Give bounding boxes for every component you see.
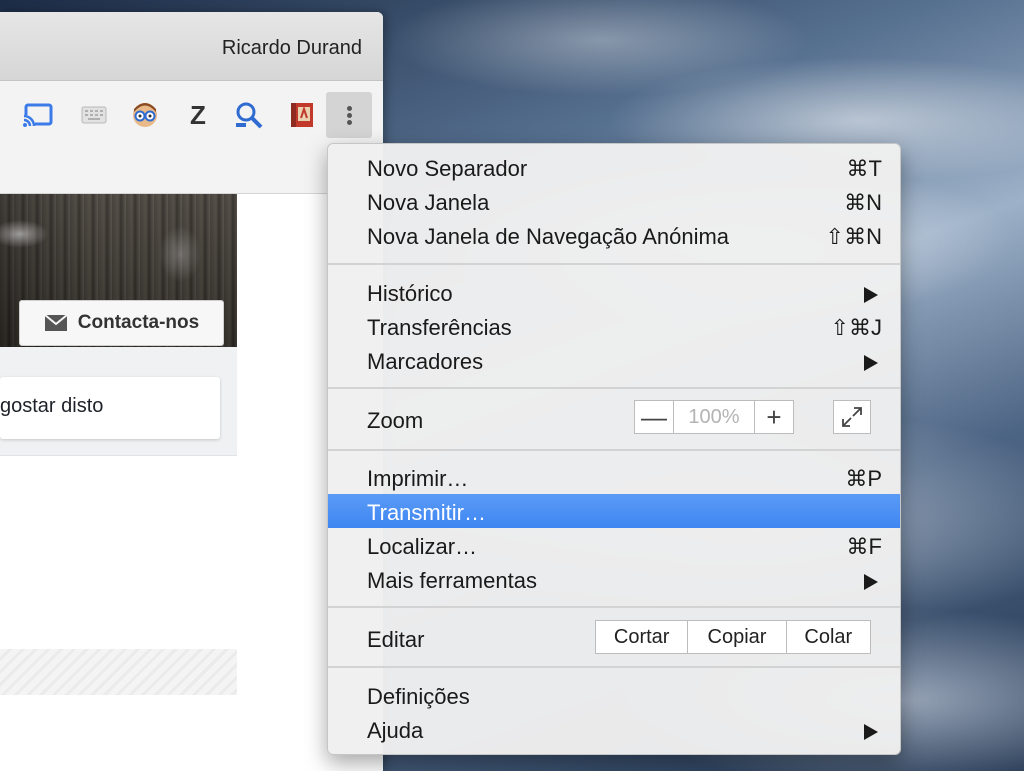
shortcut: ⌘F xyxy=(846,534,882,559)
menu-item-cast[interactable]: Transmitir… xyxy=(328,494,900,528)
menu-separator xyxy=(328,263,900,265)
shortcut: ⇧⌘N xyxy=(825,224,882,249)
shortcut: ⌘P xyxy=(845,466,882,491)
book-icon[interactable] xyxy=(286,97,318,133)
like-box[interactable]: gostar disto xyxy=(0,377,220,439)
web-page: Contacta-nos gostar disto xyxy=(0,194,383,771)
shortcut: ⌘T xyxy=(846,156,882,181)
copy-button[interactable]: Copiar xyxy=(688,621,787,653)
zoom-out-button[interactable]: — xyxy=(635,401,673,433)
envelope-icon xyxy=(44,314,68,331)
submenu-arrow-icon xyxy=(864,355,878,371)
search-zoom-icon[interactable] xyxy=(233,97,265,133)
menu-item-bookmarks[interactable]: Marcadores xyxy=(328,343,900,377)
menu-separator xyxy=(328,666,900,668)
more-options-button[interactable] xyxy=(326,92,372,138)
toolbar: Z xyxy=(0,81,383,194)
menu-item-new-tab[interactable]: Novo Separador ⌘T xyxy=(328,150,900,184)
zotero-icon[interactable]: Z xyxy=(182,97,214,133)
fullscreen-button[interactable] xyxy=(833,400,871,434)
menu-item-help[interactable]: Ajuda xyxy=(328,712,900,746)
contact-button[interactable]: Contacta-nos xyxy=(19,300,224,346)
menu-item-new-window[interactable]: Nova Janela ⌘N xyxy=(328,184,900,218)
menu-item-history[interactable]: Histórico xyxy=(328,275,900,309)
zoom-level: 100% xyxy=(673,401,755,433)
menu-item-more-tools[interactable]: Mais ferramentas xyxy=(328,562,900,596)
menu-item-zoom: Zoom xyxy=(367,408,424,433)
menu-separator xyxy=(328,387,900,389)
menu-item-print[interactable]: Imprimir… ⌘P xyxy=(328,460,900,494)
cast-icon[interactable] xyxy=(22,97,54,133)
menu-item-incognito-window[interactable]: Nova Janela de Navegação Anónima ⇧⌘N xyxy=(328,218,900,252)
paste-button[interactable]: Colar xyxy=(787,621,870,653)
menu-separator xyxy=(328,606,900,608)
shortcut: ⇧⌘J xyxy=(830,315,882,340)
reader-avatar-icon[interactable] xyxy=(129,97,161,133)
submenu-arrow-icon xyxy=(864,287,878,303)
menu-item-downloads[interactable]: Transferências ⇧⌘J xyxy=(328,309,900,343)
like-text: gostar disto xyxy=(0,395,104,417)
menu-item-settings[interactable]: Definições xyxy=(328,678,900,712)
chrome-main-menu: Novo Separador ⌘T Nova Janela ⌘N Nova Ja… xyxy=(327,143,901,755)
keyboard-icon[interactable] xyxy=(78,97,110,133)
zoom-control: — 100% + xyxy=(634,400,794,434)
vertical-dots-icon xyxy=(346,104,352,127)
fullscreen-icon xyxy=(842,407,862,427)
submenu-arrow-icon xyxy=(864,724,878,740)
shortcut: ⌘N xyxy=(844,190,882,215)
submenu-arrow-icon xyxy=(864,574,878,590)
edit-buttons: Cortar Copiar Colar xyxy=(595,620,871,654)
zoom-in-button[interactable]: + xyxy=(755,401,793,433)
contact-button-label: Contacta-nos xyxy=(77,312,200,333)
loading-placeholder xyxy=(0,649,237,695)
menu-separator xyxy=(328,449,900,451)
menu-item-find[interactable]: Localizar… ⌘F xyxy=(328,528,900,562)
cut-button[interactable]: Cortar xyxy=(596,621,689,653)
browser-window: Ricardo Durand Z Contacta-nos gostar dis… xyxy=(0,12,383,771)
title-bar: Ricardo Durand xyxy=(0,12,383,81)
profile-name[interactable]: Ricardo Durand xyxy=(222,37,362,60)
